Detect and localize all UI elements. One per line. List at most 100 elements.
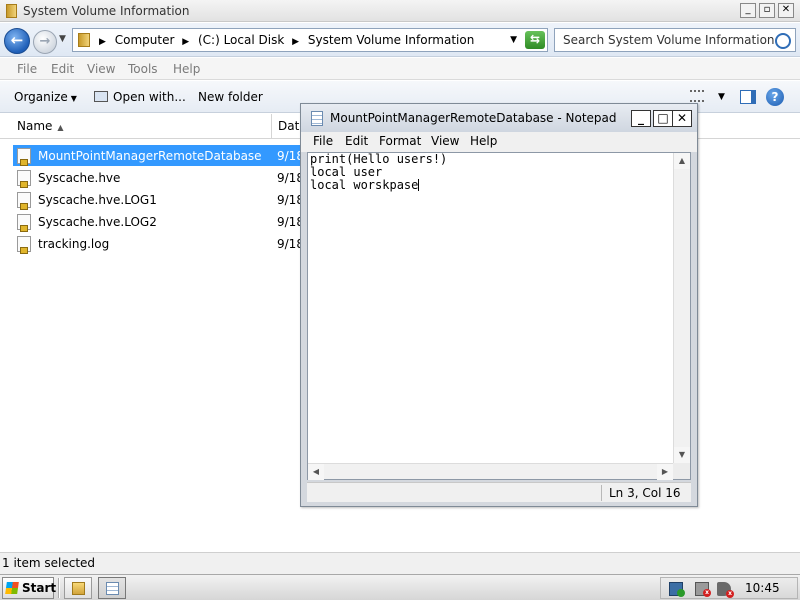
mute-x-icon: x xyxy=(726,590,734,598)
file-row-syscache-hve-log2[interactable]: Syscache.hve.LOG2 9/18 xyxy=(13,211,304,232)
system-tray: x x 10:45 xyxy=(660,577,798,599)
minimize-button[interactable]: _ xyxy=(740,3,756,18)
text-line: local worskpase xyxy=(310,178,419,192)
file-row-syscache-hve-log1[interactable]: Syscache.hve.LOG1 9/18 xyxy=(13,189,304,210)
error-x-icon: x xyxy=(703,589,711,597)
notepad-menu-view[interactable]: View xyxy=(431,134,459,148)
taskbar-explorer-button[interactable] xyxy=(64,577,92,599)
recent-pages-dropdown[interactable]: ▼ xyxy=(59,34,66,44)
menu-edit[interactable]: Edit xyxy=(51,62,74,76)
chevron-right-icon[interactable]: ▶ xyxy=(292,37,299,47)
chevron-down-icon[interactable]: ▼ xyxy=(718,92,725,102)
file-row-mountpointmanagerremotedatabase[interactable]: MountPointManagerRemoteDatabase 9/18 xyxy=(13,145,304,166)
taskbar-divider xyxy=(58,578,60,598)
file-name: MountPointManagerRemoteDatabase xyxy=(38,149,262,163)
menu-tools[interactable]: Tools xyxy=(128,62,158,76)
taskbar: Start x x 10:45 xyxy=(0,574,800,600)
help-icon[interactable]: ? xyxy=(766,88,784,106)
scroll-down-arrow-icon[interactable]: ▼ xyxy=(674,447,690,463)
scroll-right-arrow-icon[interactable]: ▶ xyxy=(657,464,673,480)
close-button[interactable]: ✕ xyxy=(778,3,794,18)
address-dropdown-button[interactable]: ▼ xyxy=(510,35,517,45)
column-name-header[interactable]: Name ▲ xyxy=(17,119,64,133)
menu-view[interactable]: View xyxy=(87,62,115,76)
chevron-right-icon[interactable]: ▶ xyxy=(182,37,189,47)
maximize-button[interactable]: ▫ xyxy=(759,3,775,18)
search-placeholder: Search System Volume Information xyxy=(563,33,775,47)
notepad-icon xyxy=(311,111,323,126)
notepad-close-button[interactable]: ✕ xyxy=(672,110,692,127)
file-row-syscache-hve[interactable]: Syscache.hve 9/18 xyxy=(13,167,304,188)
notepad-titlebar[interactable]: MountPointManagerRemoteDatabase - Notepa… xyxy=(301,104,697,132)
notepad-window: MountPointManagerRemoteDatabase - Notepa… xyxy=(300,103,698,507)
notepad-maximize-button[interactable]: □ xyxy=(653,110,673,127)
status-divider xyxy=(601,485,602,501)
sort-ascending-icon: ▲ xyxy=(57,123,64,132)
organize-button[interactable]: Organize ▼ xyxy=(14,90,77,104)
notepad-text-area[interactable]: print(Hello users!) local user local worsk… xyxy=(307,152,691,480)
clock[interactable]: 10:45 xyxy=(745,581,780,595)
chevron-down-icon: ▼ xyxy=(70,94,77,103)
text-caret xyxy=(418,179,420,191)
start-label: Start xyxy=(22,581,57,595)
vertical-scrollbar[interactable]: ▲ ▼ xyxy=(673,153,690,463)
notepad-title: MountPointManagerRemoteDatabase - Notepa… xyxy=(330,111,617,125)
search-input[interactable]: Search System Volume Information xyxy=(554,28,796,52)
column-divider[interactable] xyxy=(271,114,272,139)
column-name-label: Name xyxy=(17,119,53,133)
open-with-button[interactable]: Open with... xyxy=(94,90,186,104)
file-row-tracking-log[interactable]: tracking.log 9/18 xyxy=(13,233,304,254)
breadcrumb-system-volume-information[interactable]: System Volume Information xyxy=(308,33,474,47)
notepad-status-bar: Ln 3, Col 16 xyxy=(307,482,691,502)
address-bar[interactable]: ▶ Computer ▶ (C:) Local Disk ▶ System Vo… xyxy=(72,28,548,52)
file-name: Syscache.hve xyxy=(38,171,121,185)
explorer-titlebar[interactable]: System Volume Information _ ▫ ✕ xyxy=(0,0,800,22)
folder-icon xyxy=(72,582,85,595)
folder-icon xyxy=(78,33,90,47)
file-icon xyxy=(17,170,31,188)
scroll-up-arrow-icon[interactable]: ▲ xyxy=(674,153,690,169)
notepad-content[interactable]: print(Hello users!) local user local worsk… xyxy=(310,153,668,461)
notepad-menu-file[interactable]: File xyxy=(313,134,333,148)
cursor-position: Ln 3, Col 16 xyxy=(609,486,681,500)
volume-icon[interactable]: x xyxy=(717,582,734,598)
notepad-menu-edit[interactable]: Edit xyxy=(345,134,368,148)
notepad-menu-format[interactable]: Format xyxy=(379,134,421,148)
folder-icon xyxy=(6,4,17,18)
breadcrumb-computer[interactable]: Computer xyxy=(115,33,175,47)
breadcrumb-local-disk[interactable]: (C:) Local Disk xyxy=(198,33,284,47)
preview-pane-icon[interactable] xyxy=(740,90,756,104)
notepad-menubar: File Edit Format View Help xyxy=(301,132,697,152)
chevron-right-icon[interactable]: ▶ xyxy=(99,37,106,47)
scroll-left-arrow-icon[interactable]: ◀ xyxy=(308,464,324,480)
start-button[interactable]: Start xyxy=(2,577,57,599)
new-folder-button[interactable]: New folder xyxy=(198,90,263,104)
network-icon[interactable] xyxy=(669,582,685,597)
back-button[interactable]: ← xyxy=(4,28,30,54)
forward-button[interactable]: → xyxy=(33,30,57,54)
file-name: tracking.log xyxy=(38,237,110,251)
file-name: Syscache.hve.LOG1 xyxy=(38,193,157,207)
file-name: Syscache.hve.LOG2 xyxy=(38,215,157,229)
search-icon[interactable] xyxy=(775,33,791,49)
menu-file[interactable]: File xyxy=(17,62,37,76)
file-icon xyxy=(17,148,31,166)
taskbar-notepad-button[interactable] xyxy=(98,577,126,599)
network-disconnected-icon[interactable]: x xyxy=(695,582,711,597)
breadcrumb: ▶ Computer ▶ (C:) Local Disk ▶ System Vo… xyxy=(99,33,478,47)
file-icon xyxy=(17,192,31,210)
menu-help[interactable]: Help xyxy=(173,62,200,76)
notepad-icon xyxy=(106,582,119,595)
views-icon[interactable] xyxy=(690,90,704,102)
file-icon xyxy=(17,236,31,254)
explorer-status-bar: 1 item selected xyxy=(0,552,800,574)
notepad-menu-help[interactable]: Help xyxy=(470,134,497,148)
open-with-icon xyxy=(94,91,108,102)
notepad-minimize-button[interactable]: _ xyxy=(631,110,651,127)
lock-icon xyxy=(20,159,28,166)
horizontal-scrollbar[interactable]: ◀ ▶ xyxy=(308,463,673,480)
file-icon xyxy=(17,214,31,232)
explorer-menubar: File Edit View Tools Help xyxy=(0,58,800,80)
refresh-button[interactable]: ⇆ xyxy=(525,31,545,49)
lock-icon xyxy=(20,225,28,232)
